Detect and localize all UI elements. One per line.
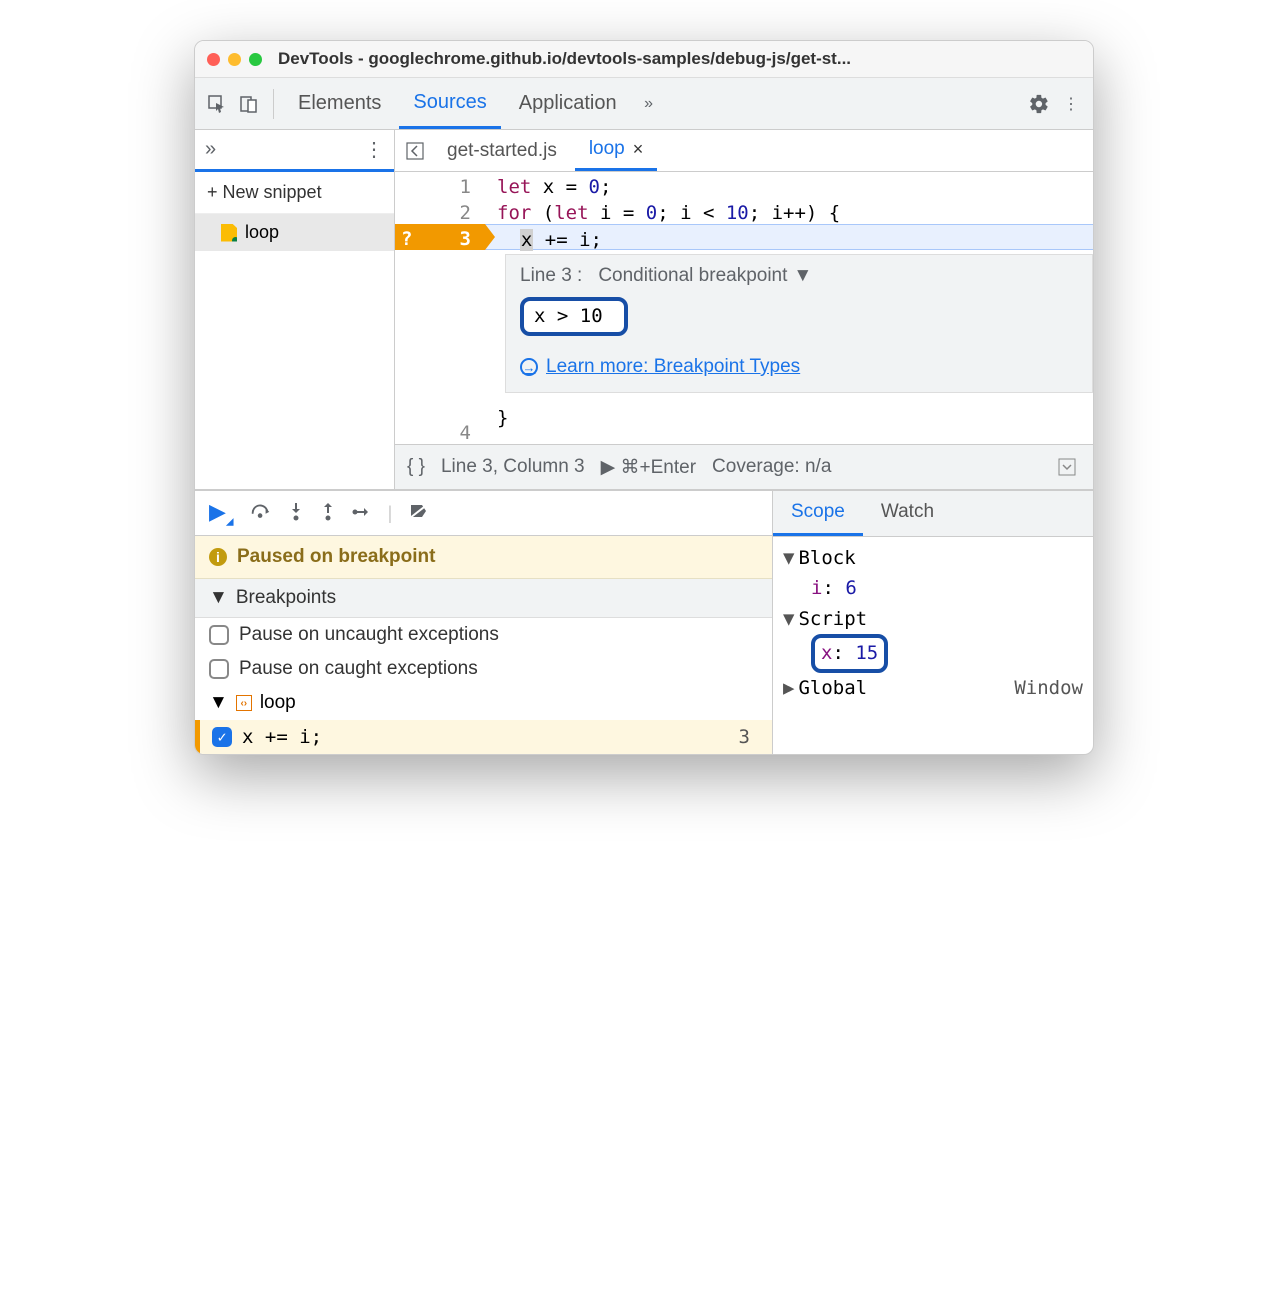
scope-highlight: x: 15 <box>811 634 888 672</box>
close-tab-icon[interactable]: × <box>633 139 644 160</box>
arrow-right-circle-icon: → <box>520 358 538 376</box>
tab-sources[interactable]: Sources <box>399 78 500 129</box>
editor-area: get-started.js loop × 1 2 3 4 let x = 0; <box>395 130 1093 489</box>
breakpoint-file-row[interactable]: ▼ ‹› loop <box>195 686 772 720</box>
line-gutter[interactable]: 1 2 3 4 <box>395 172 485 444</box>
line-number[interactable]: 2 <box>395 198 485 224</box>
close-window-icon[interactable] <box>207 53 220 66</box>
nav-back-icon[interactable] <box>401 137 429 165</box>
chevron-down-icon[interactable]: ▼ <box>783 547 794 569</box>
maximize-window-icon[interactable] <box>249 53 262 66</box>
editor-status-bar: { } Line 3, Column 3 ▶ ⌘+Enter Coverage:… <box>395 444 1093 489</box>
new-snippet-button[interactable]: + New snippet <box>195 172 394 214</box>
expand-nav-icon[interactable]: » <box>205 138 216 161</box>
navigator-sidebar: » ⋮ + New snippet loop <box>195 130 395 489</box>
step-into-icon[interactable] <box>288 501 304 526</box>
inspect-icon[interactable] <box>203 90 231 118</box>
chevron-down-icon: ▼ <box>793 265 812 287</box>
devtools-window: DevTools - googlechrome.github.io/devtoo… <box>194 40 1094 755</box>
pause-caught-toggle[interactable]: Pause on caught exceptions <box>195 652 772 686</box>
file-item-label: loop <box>245 222 279 243</box>
snippet-badge-icon: ‹› <box>236 695 252 711</box>
tab-watch[interactable]: Watch <box>863 491 952 536</box>
step-over-icon[interactable] <box>250 502 272 525</box>
code-content[interactable]: let x = 0; for (let i = 0; i < 10; i++) … <box>485 172 1093 444</box>
more-tabs-icon[interactable]: » <box>635 90 663 118</box>
pause-uncaught-toggle[interactable]: Pause on uncaught exceptions <box>195 618 772 652</box>
info-icon: i <box>209 548 227 566</box>
editor-tab-loop[interactable]: loop × <box>575 130 657 171</box>
device-toggle-icon[interactable] <box>235 90 263 118</box>
cursor-position: Line 3, Column 3 <box>441 456 585 478</box>
bp-line-label: Line 3 : <box>520 265 582 287</box>
chevron-down-icon[interactable]: ▼ <box>783 608 794 630</box>
debugger-right-panel: Scope Watch ▼Block i: 6 ▼Script x: 15 ▶G… <box>773 491 1093 754</box>
checkbox-checked-icon[interactable]: ✓ <box>212 727 232 747</box>
scope-tree[interactable]: ▼Block i: 6 ▼Script x: 15 ▶Global Window <box>773 537 1093 709</box>
line-number-breakpoint[interactable]: 3 <box>395 224 485 250</box>
bp-condition-input[interactable] <box>534 305 614 327</box>
snippet-file-icon <box>221 224 237 242</box>
chevron-right-icon[interactable]: ▶ <box>783 677 794 699</box>
breakpoints-section-header[interactable]: ▼ Breakpoints <box>195 579 772 618</box>
coverage-status: Coverage: n/a <box>712 456 831 478</box>
nav-menu-icon[interactable]: ⋮ <box>364 137 384 162</box>
collapse-panel-icon[interactable] <box>1053 453 1081 481</box>
kebab-menu-icon[interactable]: ⋮ <box>1057 90 1085 118</box>
learn-more-link[interactable]: → Learn more: Breakpoint Types <box>520 356 1078 378</box>
line-number[interactable]: 1 <box>395 172 485 198</box>
chevron-down-icon: ▼ <box>209 692 228 714</box>
run-hint: ▶ ⌘+Enter <box>601 456 696 479</box>
tab-elements[interactable]: Elements <box>284 78 395 129</box>
tab-application[interactable]: Application <box>505 78 631 129</box>
checkbox-unchecked-icon[interactable] <box>209 625 229 645</box>
bp-type-dropdown[interactable]: Conditional breakpoint ▼ <box>598 265 812 287</box>
traffic-lights <box>207 53 262 66</box>
settings-icon[interactable] <box>1025 90 1053 118</box>
line-number[interactable]: 4 <box>395 418 485 444</box>
file-item-loop[interactable]: loop <box>195 214 394 251</box>
paused-message: i Paused on breakpoint <box>195 536 772 579</box>
bp-condition-highlight <box>520 297 628 336</box>
tab-scope[interactable]: Scope <box>773 491 863 536</box>
pretty-print-icon[interactable]: { } <box>407 456 425 478</box>
minimize-window-icon[interactable] <box>228 53 241 66</box>
step-icon[interactable] <box>352 503 372 524</box>
checkbox-unchecked-icon[interactable] <box>209 659 229 679</box>
step-out-icon[interactable] <box>320 501 336 526</box>
deactivate-breakpoints-icon[interactable] <box>408 502 430 525</box>
window-title: DevTools - googlechrome.github.io/devtoo… <box>278 49 851 69</box>
debugger-left-panel: ▶◢ | i Paused on breakpoint ▼ Breakpoint… <box>195 491 773 754</box>
breakpoint-entry[interactable]: ✓ x += i; 3 <box>195 720 772 754</box>
chevron-down-icon: ▼ <box>209 587 228 609</box>
titlebar: DevTools - googlechrome.github.io/devtoo… <box>195 41 1093 78</box>
resume-icon[interactable]: ▶◢ <box>209 499 234 527</box>
debug-toolbar: ▶◢ | <box>195 491 772 536</box>
breakpoint-dialog: Line 3 : Conditional breakpoint ▼ → <box>505 254 1093 393</box>
editor-tab-label: loop <box>589 138 625 160</box>
editor-tab-get-started[interactable]: get-started.js <box>433 132 571 170</box>
main-toolbar: Elements Sources Application » ⋮ <box>195 78 1093 130</box>
